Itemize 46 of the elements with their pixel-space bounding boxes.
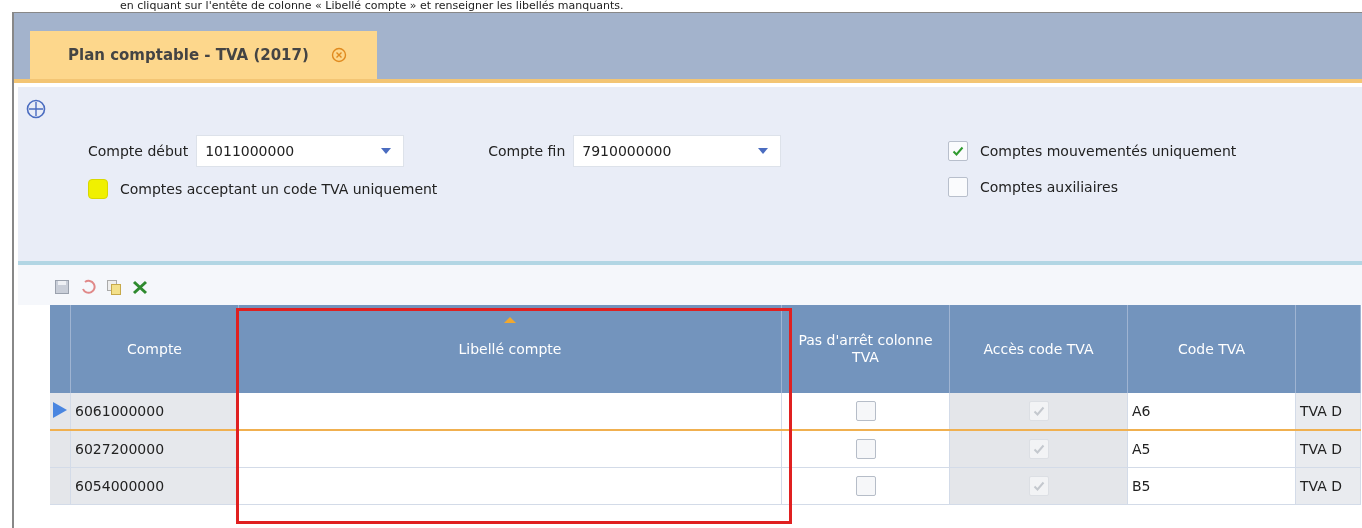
- column-header[interactable]: Accès code TVA: [949, 305, 1128, 393]
- checkmark-icon: [951, 144, 965, 158]
- compass-icon[interactable]: [26, 99, 46, 119]
- sort-indicator-icon: [504, 317, 516, 323]
- column-header[interactable]: Pas d'arrêt colonne TVA: [781, 305, 950, 393]
- undo-icon[interactable]: [80, 279, 96, 295]
- close-icon[interactable]: [330, 47, 347, 63]
- account-dropdown[interactable]: 1011000000: [196, 135, 405, 167]
- account-dropdown[interactable]: 7910000000: [573, 135, 782, 167]
- checkbox[interactable]: [948, 177, 968, 197]
- checkbox[interactable]: [855, 439, 876, 459]
- column-header[interactable]: Libellé compte: [238, 305, 782, 393]
- table-cell: 6054000000: [70, 467, 239, 505]
- table-cell: TVA D: [1295, 430, 1361, 468]
- caret-icon: [758, 148, 769, 154]
- column-header[interactable]: Code TVA: [1127, 305, 1296, 393]
- tab-title: Plan comptable - TVA (2017): [68, 46, 309, 64]
- spreadsheet-icon[interactable]: [132, 279, 148, 295]
- checkbox-label: Comptes mouvementés uniquement: [980, 143, 1237, 159]
- checkbox-label: Comptes auxiliaires: [980, 179, 1118, 195]
- save-icon[interactable]: [54, 279, 70, 295]
- checkbox[interactable]: [855, 476, 876, 496]
- checkbox-label: Comptes acceptant un code TVA uniquement: [120, 181, 438, 197]
- column-header[interactable]: [1295, 305, 1361, 393]
- caret-icon: [381, 148, 392, 154]
- table-cell: 6061000000: [70, 393, 239, 430]
- instruction-text: en cliquant sur l'entête de colonne « Libellé compte » et renseigner les libellés manquants.: [119, 0, 625, 12]
- table-cell: TVA D: [1295, 393, 1361, 430]
- input-field[interactable]: [238, 393, 782, 430]
- table-cell: B5: [1127, 467, 1296, 505]
- copy-icon[interactable]: [106, 279, 122, 295]
- field-label: Compte fin: [488, 143, 566, 159]
- document-tab[interactable]: Plan comptable - TVA (2017): [30, 31, 377, 79]
- checkbox[interactable]: [948, 141, 968, 161]
- column-header[interactable]: Compte: [70, 305, 239, 393]
- checkbox[interactable]: [855, 401, 876, 421]
- row-indicator[interactable]: [50, 430, 71, 468]
- checkbox[interactable]: [88, 179, 108, 199]
- table-cell: A5: [1127, 430, 1296, 468]
- table-cell: 6027200000: [70, 430, 239, 468]
- table-cell: A6: [1127, 393, 1296, 430]
- field-label: Compte début: [88, 143, 189, 159]
- input-field[interactable]: [238, 467, 782, 505]
- row-indicator[interactable]: [50, 393, 71, 430]
- input-field[interactable]: [238, 430, 782, 468]
- table-cell: TVA D: [1295, 467, 1361, 505]
